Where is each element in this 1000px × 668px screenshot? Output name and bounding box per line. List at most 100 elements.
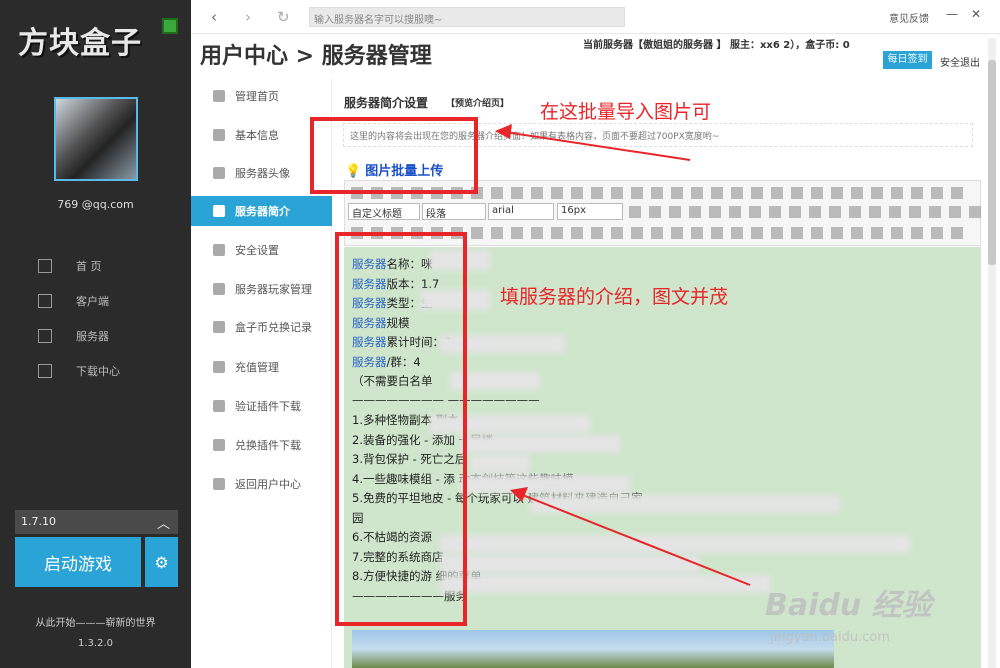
toolbar-button[interactable] bbox=[591, 227, 603, 239]
minimize-icon[interactable]: — bbox=[946, 7, 958, 21]
toolbar-button[interactable] bbox=[771, 187, 783, 199]
toolbar-button[interactable] bbox=[811, 227, 823, 239]
toolbar-button[interactable] bbox=[791, 227, 803, 239]
toolbar-button[interactable] bbox=[731, 187, 743, 199]
menu-item-server-intro[interactable]: 服务器简介 bbox=[191, 196, 332, 226]
menu-item-players[interactable]: 服务器玩家管理 bbox=[191, 274, 332, 304]
toolbar-button[interactable] bbox=[851, 227, 863, 239]
toolbar-button[interactable] bbox=[951, 187, 963, 199]
toolbar-button[interactable] bbox=[571, 187, 583, 199]
toolbar-button[interactable] bbox=[731, 227, 743, 239]
toolbar-button[interactable] bbox=[909, 206, 921, 218]
left-nav-home[interactable]: 首 页 bbox=[38, 255, 178, 277]
annotation-text-top: 在这批量导入图片可 bbox=[540, 101, 712, 123]
size-select[interactable]: 16px bbox=[557, 203, 623, 220]
search-input[interactable]: 输入服务器名字可以搜服噢~ bbox=[309, 7, 625, 27]
logout-link[interactable]: 安全退出 bbox=[940, 54, 980, 69]
version-select[interactable]: 1.7.10 ︿ bbox=[15, 510, 178, 534]
gear-icon[interactable]: ⚙ bbox=[145, 537, 178, 587]
toolbar-button[interactable] bbox=[711, 227, 723, 239]
menu-item-back[interactable]: 返回用户中心 bbox=[191, 469, 332, 499]
toolbar-button[interactable] bbox=[849, 206, 861, 218]
toolbar-button[interactable] bbox=[789, 206, 801, 218]
toolbar-button[interactable] bbox=[671, 227, 683, 239]
toolbar-button[interactable] bbox=[531, 227, 543, 239]
avatar[interactable] bbox=[54, 97, 138, 181]
menu-item-recharge[interactable]: 充值管理 bbox=[191, 352, 332, 382]
back-icon[interactable]: ‹ bbox=[211, 8, 217, 26]
menu-item-exchange-plugin[interactable]: 兑换插件下载 bbox=[191, 430, 332, 460]
toolbar-button[interactable] bbox=[889, 206, 901, 218]
toolbar-button[interactable] bbox=[869, 206, 881, 218]
refresh-icon[interactable]: ↻ bbox=[277, 8, 290, 26]
toolbar-button[interactable] bbox=[911, 187, 923, 199]
toolbar-button[interactable] bbox=[929, 206, 941, 218]
toolbar-button[interactable] bbox=[631, 187, 643, 199]
menu-item-coin-records[interactable]: 盒子币兑换记录 bbox=[191, 312, 332, 342]
toolbar-button[interactable] bbox=[769, 206, 781, 218]
toolbar-button[interactable] bbox=[891, 187, 903, 199]
toolbar-button[interactable] bbox=[611, 187, 623, 199]
forward-icon[interactable]: › bbox=[245, 8, 251, 26]
toolbar-button[interactable] bbox=[651, 187, 663, 199]
heading-select[interactable]: 自定义标题 bbox=[348, 203, 420, 220]
toolbar-button[interactable] bbox=[751, 227, 763, 239]
toolbar-button[interactable] bbox=[631, 227, 643, 239]
toolbar-button[interactable] bbox=[691, 187, 703, 199]
left-nav-download[interactable]: 下载中心 bbox=[38, 360, 178, 382]
toolbar-button[interactable] bbox=[651, 227, 663, 239]
toolbar-button[interactable] bbox=[871, 187, 883, 199]
feedback-link[interactable]: 意见反馈 bbox=[889, 10, 929, 25]
font-select[interactable]: arial bbox=[488, 203, 554, 220]
left-nav-server[interactable]: 服务器 bbox=[38, 325, 178, 347]
toolbar-button[interactable] bbox=[709, 206, 721, 218]
toolbar-button[interactable] bbox=[751, 187, 763, 199]
toolbar-button[interactable] bbox=[791, 187, 803, 199]
toolbar-button[interactable] bbox=[611, 227, 623, 239]
toolbar-button[interactable] bbox=[951, 227, 963, 239]
toolbar-button[interactable] bbox=[949, 206, 961, 218]
toolbar-button[interactable] bbox=[649, 206, 661, 218]
toolbar-button[interactable] bbox=[771, 227, 783, 239]
toolbar-button[interactable] bbox=[471, 227, 483, 239]
toolbar-button[interactable] bbox=[591, 187, 603, 199]
toolbar-button[interactable] bbox=[669, 206, 681, 218]
left-nav-client[interactable]: 客户端 bbox=[38, 290, 178, 312]
menu-item-security[interactable]: 安全设置 bbox=[191, 235, 332, 265]
scrollbar-thumb[interactable] bbox=[988, 60, 996, 265]
toolbar-button[interactable] bbox=[871, 227, 883, 239]
toolbar-button[interactable] bbox=[531, 187, 543, 199]
toolbar-button[interactable] bbox=[629, 206, 641, 218]
toolbar-button[interactable] bbox=[491, 187, 503, 199]
toolbar-button[interactable] bbox=[969, 206, 981, 218]
toolbar-button[interactable] bbox=[551, 227, 563, 239]
toolbar-button[interactable] bbox=[831, 187, 843, 199]
paragraph-select[interactable]: 段落 bbox=[422, 203, 486, 220]
toolbar-button[interactable] bbox=[829, 206, 841, 218]
toolbar-button[interactable] bbox=[711, 187, 723, 199]
toolbar-button[interactable] bbox=[689, 206, 701, 218]
toolbar-button[interactable] bbox=[931, 187, 943, 199]
toolbar-button[interactable] bbox=[831, 227, 843, 239]
toolbar-button[interactable] bbox=[691, 227, 703, 239]
launch-game-button[interactable]: 启动游戏 bbox=[15, 537, 141, 587]
close-icon[interactable]: ✕ bbox=[971, 7, 981, 21]
toolbar-button[interactable] bbox=[851, 187, 863, 199]
toolbar-button[interactable] bbox=[671, 187, 683, 199]
menu-item-home[interactable]: 管理首页 bbox=[191, 81, 332, 111]
menu-item-verify-plugin[interactable]: 验证插件下载 bbox=[191, 391, 332, 421]
toolbar-button[interactable] bbox=[571, 227, 583, 239]
toolbar-button[interactable] bbox=[749, 206, 761, 218]
toolbar-button[interactable] bbox=[811, 187, 823, 199]
toolbar-button[interactable] bbox=[551, 187, 563, 199]
toolbar-button[interactable] bbox=[491, 227, 503, 239]
preview-link[interactable]: 【预览介绍页】 bbox=[446, 96, 509, 109]
toolbar-button[interactable] bbox=[511, 227, 523, 239]
toolbar-button[interactable] bbox=[729, 206, 741, 218]
checkin-button[interactable]: 每日签到 bbox=[883, 51, 932, 69]
toolbar-button[interactable] bbox=[911, 227, 923, 239]
toolbar-button[interactable] bbox=[931, 227, 943, 239]
toolbar-button[interactable] bbox=[891, 227, 903, 239]
toolbar-button[interactable] bbox=[511, 187, 523, 199]
toolbar-button[interactable] bbox=[809, 206, 821, 218]
